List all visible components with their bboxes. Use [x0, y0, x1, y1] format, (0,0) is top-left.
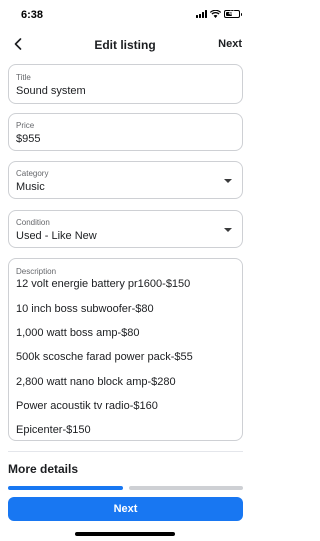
category-label: Category [16, 169, 49, 178]
caret-down-icon [224, 228, 232, 232]
battery-icon: 41 [224, 10, 242, 18]
description-line: Power acoustik tv radio-$160 [16, 400, 158, 412]
progress-remaining [129, 486, 243, 490]
more-details-heading: More details [8, 462, 79, 476]
description-line: 2,800 watt nano block amp-$280 [16, 376, 176, 388]
description-line: Epicenter-$150 [16, 424, 91, 436]
home-indicator [75, 532, 175, 536]
condition-select[interactable]: Condition Used - Like New [8, 210, 243, 248]
battery-level: 41 [228, 11, 236, 17]
progress-bar [8, 486, 243, 490]
condition-value: Used - Like New [16, 230, 97, 242]
status-icons: 41 [196, 10, 242, 18]
description-line: 12 volt energie battery pr1600-$150 [16, 278, 191, 290]
price-field[interactable]: Price $955 [8, 113, 243, 151]
price-label: Price [16, 121, 35, 130]
price-value[interactable]: $955 [16, 133, 40, 145]
page-title: Edit listing [94, 38, 156, 52]
category-select[interactable]: Category Music [8, 161, 243, 199]
title-field[interactable]: Title Sound system [8, 64, 243, 104]
next-button[interactable]: Next [8, 497, 243, 521]
header-next-button[interactable]: Next [218, 38, 242, 50]
title-value[interactable]: Sound system [16, 85, 86, 97]
wifi-icon [210, 10, 221, 18]
divider [8, 451, 243, 452]
status-time: 6:38 [21, 9, 44, 21]
caret-down-icon [224, 179, 232, 183]
description-label: Description [16, 267, 57, 276]
description-line: 1,000 watt boss amp-$80 [16, 327, 140, 339]
cellular-signal-icon [196, 10, 207, 18]
condition-label: Condition [16, 218, 50, 227]
description-line: 500k scosche farad power pack-$55 [16, 351, 193, 363]
description-field[interactable]: Description 12 volt energie battery pr16… [8, 258, 243, 441]
title-label: Title [16, 73, 31, 82]
category-value: Music [16, 181, 45, 193]
progress-fill [8, 486, 123, 490]
description-line: 10 inch boss subwoofer-$80 [16, 303, 154, 315]
nav-bar: Edit listing Next [0, 32, 250, 58]
status-bar: 6:38 41 [0, 0, 250, 30]
